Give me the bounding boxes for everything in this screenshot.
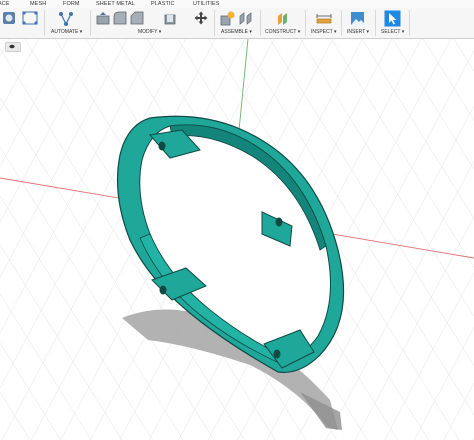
inspect-menu[interactable]: INSPECT ▾ [311,29,337,36]
assemble-menu[interactable]: ASSEMBLE ▾ [221,29,252,36]
press-pull-icon[interactable] [96,11,110,25]
tab-utilities[interactable]: UTILITIES [193,0,220,8]
eye-icon [9,44,15,49]
construct-menu[interactable]: CONSTRUCT ▾ [265,29,300,36]
insert-menu[interactable]: INSERT ▾ [347,29,369,36]
move-icon[interactable] [194,11,208,25]
modify-menu[interactable]: MODIFY ▾ [138,29,161,36]
select-menu[interactable]: SELECT ▾ [381,29,404,36]
tab-mesh[interactable]: MESH [30,0,46,8]
offset-plane-icon[interactable] [276,11,291,27]
toolbar-separator [341,10,342,36]
measure-icon[interactable] [316,13,332,25]
toolbar-separator [90,10,91,36]
toolbar-separator [214,10,215,36]
new-component-icon[interactable] [220,11,235,26]
insert-image-icon[interactable] [350,11,365,26]
ribbon-toolbar: AUTOMATE ▾ MODIFY ▾ ASSEMBLE ▾ CONSTRUCT… [0,8,474,39]
chamfer-icon[interactable] [130,11,144,25]
tab-surface[interactable]: ACE [0,0,10,8]
viewport-scene [0,39,474,440]
canvas-viewport[interactable] [0,39,474,440]
automate-icon[interactable] [58,11,74,27]
toolbar-separator [260,10,261,36]
select-cursor-icon[interactable] [384,10,401,27]
fillet-icon[interactable] [113,11,127,25]
shell-icon[interactable] [163,11,177,25]
tab-sheet-metal[interactable]: SHEET METAL [96,0,135,8]
joint-icon[interactable] [238,11,254,26]
toolbar-separator [44,10,45,36]
toolbar-separator [305,10,306,36]
automate-menu[interactable]: AUTOMATE ▾ [51,29,82,36]
create-sketch-icon[interactable] [2,11,16,25]
toolbar-separator [375,10,376,36]
tab-form[interactable]: FORM [63,0,80,8]
toolbar-separator [409,10,410,36]
tab-plastic[interactable]: PLASTIC [151,0,175,8]
create-form-icon[interactable] [22,11,38,25]
workspace-tab-bar: ACE MESH FORM SHEET METAL PLASTIC UTILIT… [0,0,474,8]
